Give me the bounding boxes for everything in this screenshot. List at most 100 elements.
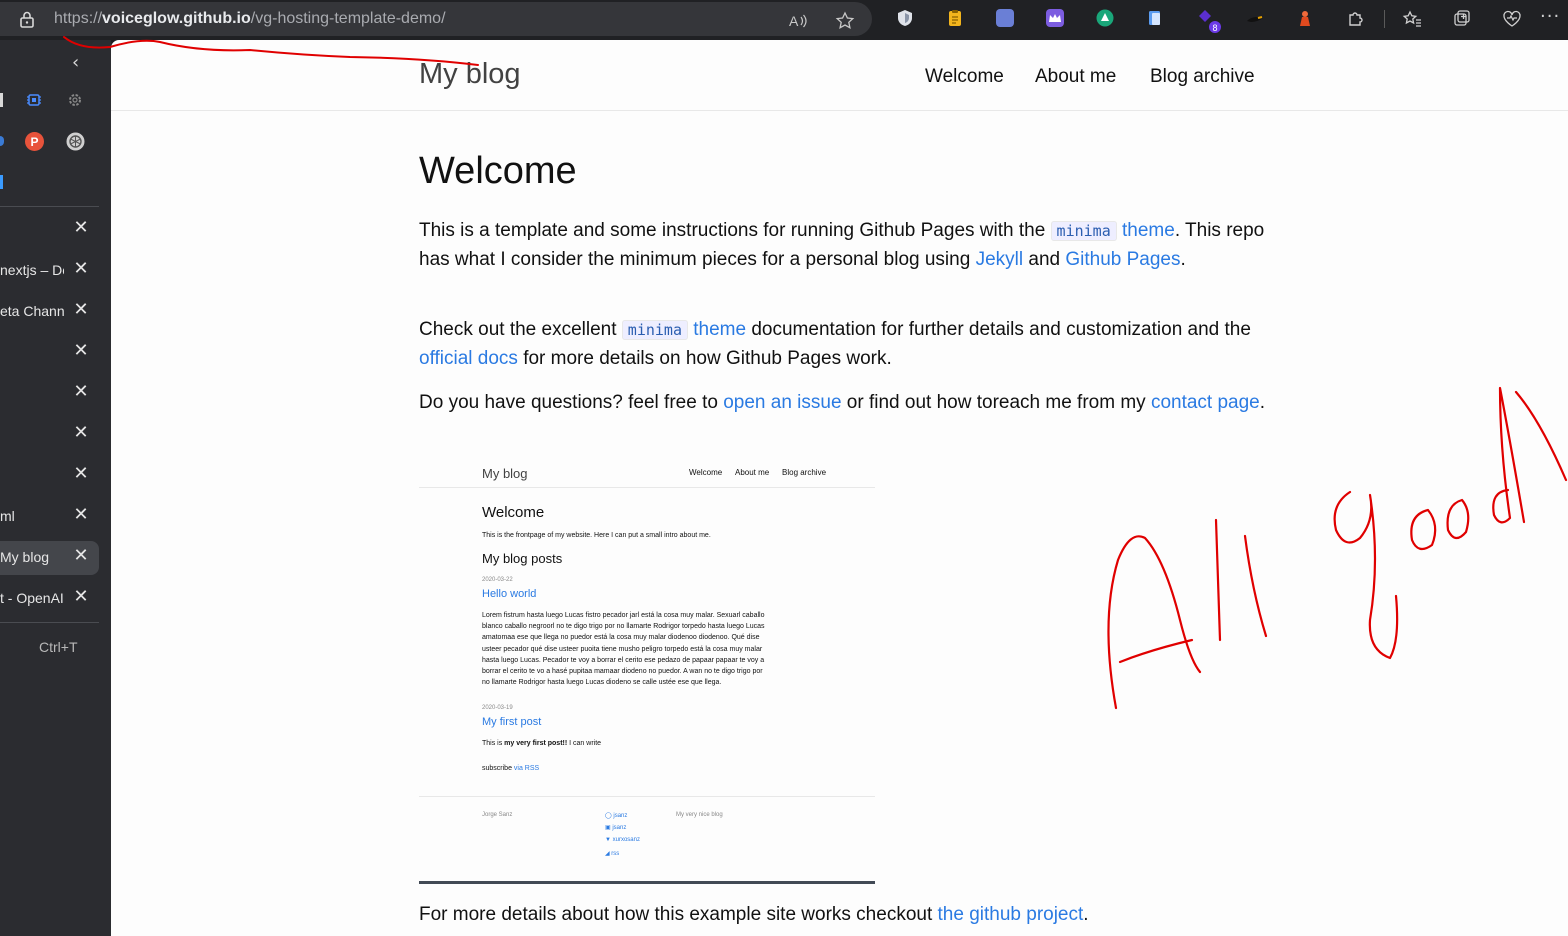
text: jsanz <box>613 813 628 819</box>
pinned-tab-edge[interactable] <box>0 136 4 146</box>
extensions-puzzle-icon[interactable] <box>1346 8 1366 28</box>
pinned-tab-edge[interactable] <box>0 175 3 189</box>
url-text[interactable]: https://voiceglow.github.io/vg-hosting-t… <box>54 10 446 28</box>
favorites-icon[interactable] <box>1402 9 1422 29</box>
close-tab-icon[interactable]: ✕ <box>73 504 89 526</box>
favorite-star-icon[interactable] <box>835 11 855 31</box>
docs-paragraph: Check out the excellent minima theme doc… <box>419 316 1279 372</box>
site-header: My blog Welcome About me Blog archive <box>111 40 1568 111</box>
jekyll-link[interactable]: Jekyll <box>976 249 1024 270</box>
shot-post1-line: borrar el cerito te vo a hasé pupitaa ma… <box>482 668 763 675</box>
text: This is a template and some instructions… <box>419 220 1051 241</box>
text: Do you have questions? feel free to <box>419 392 724 413</box>
vertical-tabs-sidebar: ‹ P ✕ nextjs – De ✕ eta Channe ✕ ✕ ✕ ✕ ✕ m… <box>0 40 111 936</box>
questions-paragraph: Do you have questions? feel free to open… <box>419 389 1279 417</box>
product-hunt-icon[interactable]: P <box>25 132 44 151</box>
openai-icon[interactable] <box>66 132 85 151</box>
tab-item[interactable]: ✕ <box>0 213 99 247</box>
minima-code: minima <box>1050 221 1117 241</box>
theme-link[interactable]: theme <box>693 319 746 340</box>
clipboard-extension-icon[interactable] <box>946 9 964 27</box>
tab-item-active[interactable]: My blog ✕ <box>0 541 99 575</box>
text: or find out how toreach me from my <box>841 392 1151 413</box>
read-aloud-icon[interactable]: A <box>788 11 808 31</box>
site-title[interactable]: My blog <box>419 58 521 91</box>
shot-subscribe: subscribe via RSS <box>482 765 539 772</box>
document-extension-icon[interactable] <box>1146 9 1164 27</box>
text: Check out the excellent <box>419 319 622 340</box>
crown-extension-icon[interactable] <box>1046 9 1064 27</box>
tab-item[interactable]: nextjs – De ✕ <box>0 254 99 288</box>
url-host: voiceglow.github.io <box>102 10 251 27</box>
tab-title: My blog <box>0 549 50 565</box>
tab-item[interactable]: ✕ <box>0 418 99 452</box>
svg-text:P: P <box>30 135 38 149</box>
shot-header-rule <box>419 487 875 488</box>
figure-extension-icon[interactable] <box>1296 9 1314 27</box>
footer-paragraph: For more details about how this example … <box>419 901 1279 929</box>
close-tab-icon[interactable]: ✕ <box>73 422 89 444</box>
shot-footer-github: ◯ jsanz <box>605 813 628 819</box>
web-page: My blog Welcome About me Blog archive We… <box>111 40 1568 936</box>
tab-separator <box>0 622 99 623</box>
shot-nav-about: About me <box>735 468 770 477</box>
shot-heading: Welcome <box>482 504 545 521</box>
app-extension-icon[interactable] <box>996 9 1014 27</box>
shot-footer-twitter: ▼ xurxosanz <box>605 837 640 843</box>
more-options-icon[interactable]: ··· <box>1540 6 1560 27</box>
nav-welcome[interactable]: Welcome <box>925 66 1004 88</box>
close-tab-icon[interactable]: ✕ <box>73 381 89 403</box>
tab-title: eta Channe <box>0 303 64 319</box>
text: . <box>1083 904 1089 925</box>
browser-essentials-icon[interactable] <box>1502 9 1522 29</box>
close-tab-icon[interactable]: ✕ <box>73 586 89 608</box>
close-tab-icon[interactable]: ✕ <box>73 299 89 321</box>
github-pages-link[interactable]: Github Pages <box>1065 249 1180 270</box>
new-tab-shortcut[interactable]: Ctrl+T <box>39 639 78 655</box>
pinned-tab-edge[interactable] <box>0 93 3 107</box>
nav-blog-archive[interactable]: Blog archive <box>1150 66 1255 88</box>
svg-text:A: A <box>789 13 799 29</box>
shot-post1-line: usteer pecador qué dise usteer puoita ti… <box>482 646 763 653</box>
shield-extension-icon[interactable] <box>896 9 914 27</box>
close-tab-icon[interactable]: ✕ <box>73 545 89 567</box>
page-title: Welcome <box>419 150 577 192</box>
shot-footer-name: Jorge Sanz <box>482 812 513 818</box>
text: xurxosanz <box>612 837 640 843</box>
text: my very first post!! <box>504 740 568 747</box>
tab-item[interactable]: ✕ <box>0 459 99 493</box>
text: For more details about how this example … <box>419 904 938 925</box>
shot-post1-line: hasta luego Lucas. Pecador te voy a borr… <box>482 657 765 664</box>
close-tab-icon[interactable]: ✕ <box>73 258 89 280</box>
close-tab-icon[interactable]: ✕ <box>73 463 89 485</box>
leaf-extension-icon[interactable] <box>1096 9 1114 27</box>
tab-item[interactable]: t - OpenAI ✕ <box>0 582 99 616</box>
tab-item[interactable]: ml ✕ <box>0 500 99 534</box>
collections-icon[interactable] <box>1452 9 1472 29</box>
nav-about-me[interactable]: About me <box>1035 66 1116 88</box>
shot-post2-date: 2020-03-19 <box>482 705 513 711</box>
bird-extension-icon[interactable] <box>1246 9 1264 27</box>
official-docs-link[interactable]: official docs <box>419 348 518 369</box>
minima-code: minima <box>621 320 688 340</box>
address-bar[interactable]: https://voiceglow.github.io/vg-hosting-t… <box>0 2 872 36</box>
close-tab-icon[interactable]: ✕ <box>73 217 89 239</box>
text: . <box>1180 248 1186 270</box>
github-project-link[interactable]: the github project <box>938 904 1084 925</box>
tab-item[interactable]: eta Channe ✕ <box>0 295 99 329</box>
text: rss <box>611 851 620 857</box>
open-issue-link[interactable]: open an issue <box>723 392 841 413</box>
close-tab-icon[interactable]: ✕ <box>73 340 89 362</box>
gear-icon[interactable] <box>67 92 83 108</box>
contact-page-link[interactable]: contact page <box>1151 392 1260 413</box>
theme-link[interactable]: theme <box>1122 220 1175 241</box>
shot-footer-rule <box>419 796 875 797</box>
tab-item[interactable]: ✕ <box>0 336 99 370</box>
tab-item[interactable]: ✕ <box>0 377 99 411</box>
text: and <box>1023 248 1066 270</box>
collapse-sidebar-chevron-icon[interactable]: ‹ <box>72 52 79 73</box>
puzzle-badge-extension-icon[interactable]: 8 <box>1196 7 1222 33</box>
shot-post1-line: Lorem fistrum hasta luego Lucas fistro p… <box>482 612 765 619</box>
chip-icon[interactable] <box>26 92 42 108</box>
text: I can write <box>567 740 602 747</box>
